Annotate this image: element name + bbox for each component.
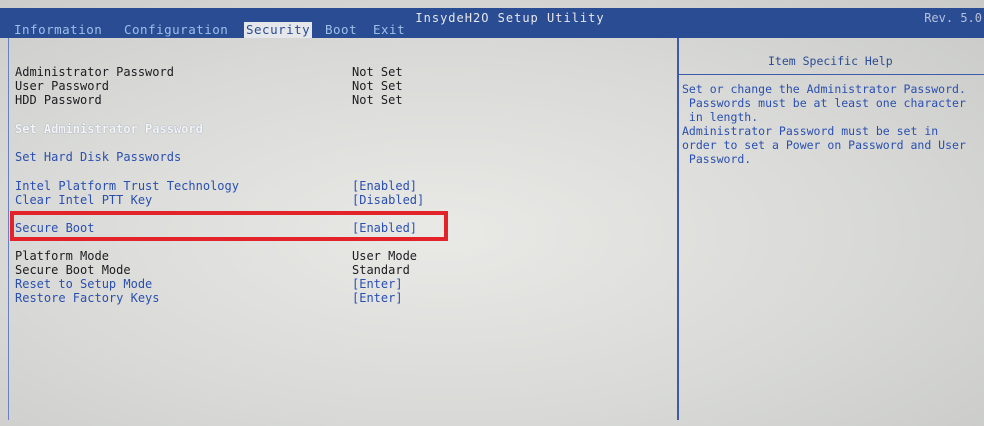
row-value[interactable]: [Enter]	[352, 277, 403, 291]
reset-to-setup-mode-row[interactable]: Reset to Setup Mode [Enter]	[9, 277, 677, 291]
tab-configuration[interactable]: Configuration	[124, 22, 228, 38]
intel-ptt-row[interactable]: Intel Platform Trust Technology [Enabled…	[9, 179, 677, 193]
title-bar: InsydeH2O Setup Utility Rev. 5.0 Informa…	[0, 8, 984, 38]
row-label: User Password	[15, 79, 109, 93]
row-value[interactable]: [Disabled]	[352, 193, 424, 207]
hdd-password-row: HDD Password Not Set	[9, 93, 677, 107]
row-value: Standard	[352, 263, 410, 277]
row-label: Reset to Setup Mode	[15, 277, 153, 291]
bios-screen: InsydeH2O Setup Utility Rev. 5.0 Informa…	[0, 0, 984, 426]
row-value: Not Set	[352, 79, 403, 93]
row-label: Secure Boot Mode	[15, 263, 131, 277]
administrator-password-row: Administrator Password Not Set	[9, 65, 677, 79]
row-value[interactable]: [Enabled]	[352, 179, 417, 193]
row-value: Not Set	[352, 65, 403, 79]
row-value: Not Set	[352, 93, 403, 107]
secure-boot-highlight-box	[10, 211, 448, 241]
clear-ptt-key-row[interactable]: Clear Intel PTT Key [Disabled]	[9, 193, 677, 207]
row-value: User Mode	[352, 249, 418, 263]
help-divider	[678, 74, 984, 75]
row-label: Restore Factory Keys	[15, 291, 160, 305]
row-label: Platform Mode	[15, 249, 109, 263]
tab-security[interactable]: Security	[244, 22, 313, 38]
help-text: Set or change the Administrator Password…	[682, 82, 966, 166]
row-value[interactable]: [Enter]	[352, 291, 403, 305]
row-label: Clear Intel PTT Key	[15, 193, 153, 207]
user-password-row: User Password Not Set	[9, 79, 677, 93]
help-title: Item Specific Help	[768, 54, 893, 68]
restore-factory-keys-row[interactable]: Restore Factory Keys [Enter]	[9, 291, 677, 305]
row-label: Administrator Password	[15, 65, 174, 79]
tab-boot[interactable]: Boot	[325, 22, 357, 38]
set-hard-disk-passwords-item[interactable]: Set Hard Disk Passwords	[9, 150, 677, 164]
set-administrator-password-item[interactable]: Set Administrator Password	[9, 122, 677, 136]
row-label: HDD Password	[15, 93, 102, 107]
secure-boot-mode-row: Secure Boot Mode Standard	[9, 263, 677, 277]
row-label: Set Hard Disk Passwords	[15, 150, 182, 164]
item-help-panel: Item Specific Help Set or change the Adm…	[678, 38, 984, 426]
tab-exit[interactable]: Exit	[373, 22, 405, 38]
platform-mode-row: Platform Mode User Mode	[9, 249, 677, 263]
row-label: Intel Platform Trust Technology	[15, 179, 239, 193]
revision-label: Rev. 5.0	[924, 11, 982, 25]
row-label: Set Administrator Password	[15, 122, 203, 136]
tab-information[interactable]: Information	[14, 22, 102, 38]
